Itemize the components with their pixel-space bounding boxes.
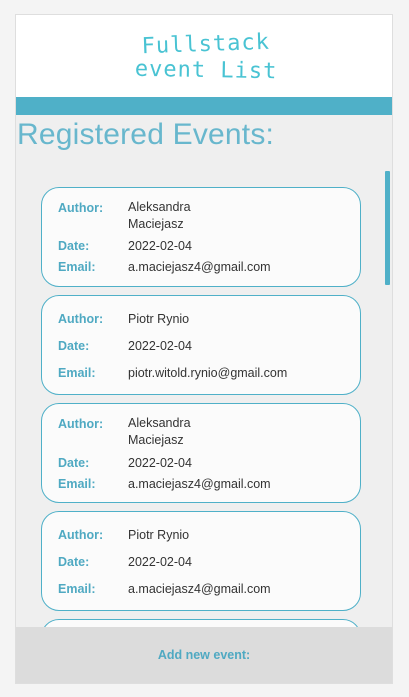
app-header: Fullstack event List <box>16 15 392 97</box>
author-label: Author: <box>58 201 104 215</box>
logo-line-1: Fullstack <box>141 30 270 59</box>
author-label: Author: <box>58 417 104 431</box>
author-value: Aleksandra Maciejasz <box>128 199 191 233</box>
email-label: Email: <box>58 260 96 274</box>
date-label: Date: <box>58 555 90 569</box>
author-first-name: Aleksandra <box>128 416 191 430</box>
scrollbar-thumb[interactable] <box>385 171 390 285</box>
email-label: Email: <box>58 366 96 380</box>
author-first-name: Aleksandra <box>128 200 191 214</box>
date-value: 2022-02-04 <box>128 456 192 470</box>
date-value: 2022-02-04 <box>128 555 192 569</box>
email-value: a.maciejasz4@gmail.com <box>128 582 271 596</box>
event-card: Author: Aleksandra Maciejasz Date: 2022-… <box>41 187 361 287</box>
event-card: Author: Aleksandra Maciejasz Date: 2022-… <box>41 403 361 503</box>
fullstack-event-list-logo: Fullstack event List <box>136 30 276 84</box>
email-value: piotr.witold.rynio@gmail.com <box>128 366 288 380</box>
accent-bar <box>16 97 392 115</box>
footer-bar: Add new event: <box>16 627 392 683</box>
email-label: Email: <box>58 477 96 491</box>
author-label: Author: <box>58 528 104 542</box>
date-value: 2022-02-04 <box>128 239 192 253</box>
author-value: Piotr Rynio <box>128 528 190 542</box>
author-label: Author: <box>58 312 104 326</box>
date-label: Date: <box>58 456 90 470</box>
author-last-name: Maciejasz <box>128 217 184 231</box>
date-label: Date: <box>58 239 90 253</box>
page-title: Registered Events: <box>17 118 275 151</box>
date-label: Date: <box>58 339 90 353</box>
date-value: 2022-02-04 <box>128 339 192 353</box>
logo-line-2: event List <box>136 57 276 84</box>
events-list[interactable]: Author: Aleksandra Maciejasz Date: 2022-… <box>16 171 392 627</box>
author-value: Aleksandra Maciejasz <box>128 415 191 449</box>
app-frame: Fullstack event List Registered Events: … <box>15 14 393 684</box>
author-last-name: Maciejasz <box>128 433 184 447</box>
add-new-event-button[interactable]: Add new event: <box>16 627 392 683</box>
event-card: Author: Piotr Rynio Date: 2022-02-04 Ema… <box>41 511 361 611</box>
email-value: a.maciejasz4@gmail.com <box>128 477 271 491</box>
event-card: Author: Piotr Rynio Date: 2022-02-04 Ema… <box>41 295 361 395</box>
event-card <box>41 619 361 627</box>
author-value: Piotr Rynio <box>128 312 190 326</box>
email-label: Email: <box>58 582 96 596</box>
email-value: a.maciejasz4@gmail.com <box>128 260 271 274</box>
